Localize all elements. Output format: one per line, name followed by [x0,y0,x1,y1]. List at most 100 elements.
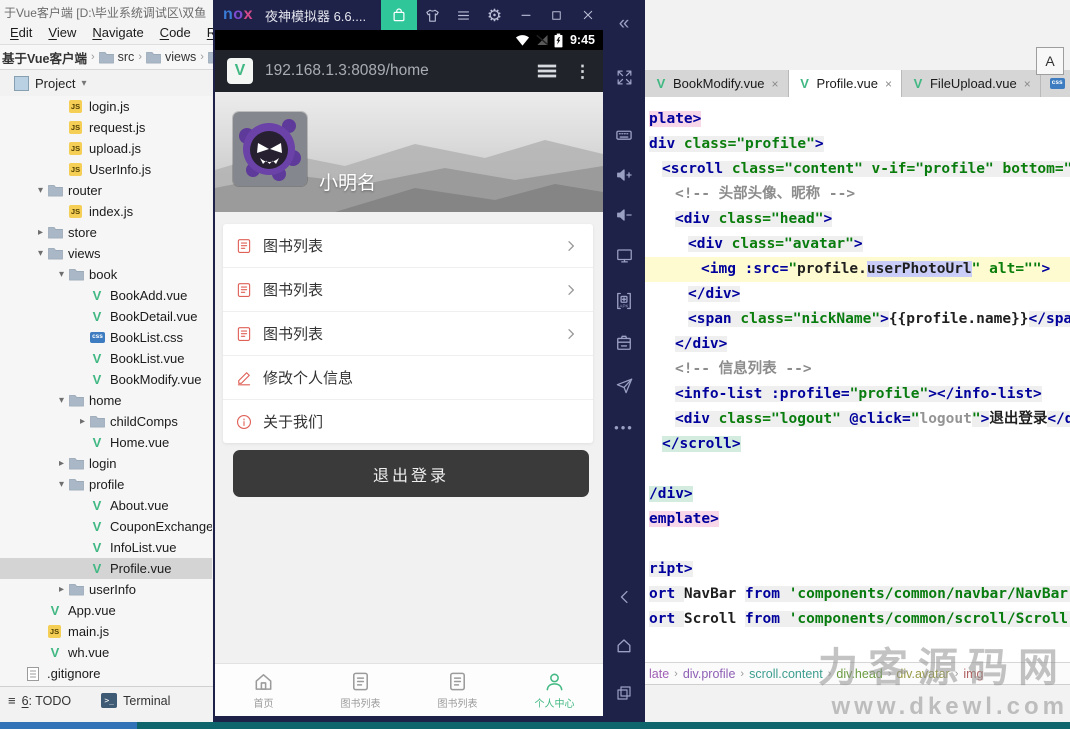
collapse-button[interactable]: « [603,4,645,42]
app-tab-首页[interactable]: 首页 [215,664,312,716]
menu-view[interactable]: View [40,23,84,42]
menu-navigate[interactable]: Navigate [84,23,151,42]
code-line[interactable]: plate> [645,107,1070,132]
code-line[interactable]: ort NavBar from 'components/common/navba… [645,582,1070,607]
tree-item-login-js[interactable]: JSlogin.js [0,96,212,117]
code-line[interactable]: <info-list :profile="profile"></info-lis… [645,382,1070,407]
terminal-toolwindow-button[interactable]: >_ Terminal [101,693,170,708]
close-button[interactable] [572,0,603,30]
profile-menu-item[interactable]: 关于我们 [223,400,593,443]
profile-menu-item[interactable]: 图书列表 [223,268,593,312]
tree-item-main-js[interactable]: JSmain.js [0,621,212,642]
more-button[interactable]: ••• [603,408,645,446]
code-line[interactable]: <span class="nickName">{{profile.name}}<… [645,307,1070,332]
tree-item-app-vue[interactable]: VApp.vue [0,600,212,621]
code-line[interactable]: emplate> [645,507,1070,532]
tree-item-request-js[interactable]: JSrequest.js [0,117,212,138]
code-line[interactable] [645,457,1070,482]
tree-item-profile[interactable]: ▾profile [0,474,212,495]
tree-item-book[interactable]: ▾book [0,264,212,285]
maximize-button[interactable] [541,0,572,30]
code-line[interactable]: <scroll class="content" v-if="profile" b… [645,157,1070,182]
todo-toolwindow-button[interactable]: ≡ 6: TODO [8,694,71,708]
monitor-button[interactable] [603,236,645,274]
code-line[interactable]: <!-- 信息列表 --> [645,357,1070,382]
code-line[interactable]: </div> [645,332,1070,357]
code-line[interactable]: <!-- 头部头像、昵称 --> [645,182,1070,207]
editor-tab-profile-vue[interactable]: VProfile.vue× [789,70,902,97]
code-line[interactable]: </div> [645,282,1070,307]
menu-code[interactable]: Code [152,23,199,42]
nav-back-button[interactable] [603,578,645,616]
url-text[interactable]: 192.168.1.3:8089/home [265,62,524,80]
volume-down-button[interactable] [603,196,645,234]
tree-item-router[interactable]: ▾router [0,180,212,201]
tree-item-bookadd-vue[interactable]: VBookAdd.vue [0,285,212,306]
project-tree[interactable]: JSlogin.jsJSrequest.jsJSupload.jsJSUserI… [0,96,212,686]
chevron-down-icon[interactable]: ▾ [54,269,69,280]
tree-item-couponexchange-[interactable]: VCouponExchange. [0,516,212,537]
code-line[interactable]: <div class="avatar"> [645,232,1070,257]
volume-up-button[interactable] [603,156,645,194]
kebab-icon[interactable]: ⋮ [574,63,591,80]
shirt-button[interactable] [417,0,448,30]
close-tab-icon[interactable]: × [772,77,779,91]
code-line[interactable]: /div> [645,482,1070,507]
rocket-button[interactable] [603,366,645,404]
tree-item-index-js[interactable]: JSindex.js [0,201,212,222]
code-line[interactable]: </scroll> [645,432,1070,457]
tree-item-bookmodify-vue[interactable]: VBookModify.vue [0,369,212,390]
tree-item-home-vue[interactable]: VHome.vue [0,432,212,453]
editor-breadcrumb-scroll-content[interactable]: scroll.content [749,667,823,681]
file-drawer-button[interactable] [603,324,645,362]
tree-item-wh-vue[interactable]: Vwh.vue [0,642,212,663]
tree-item-booklist-css[interactable]: cssBookList.css [0,327,212,348]
project-panel-header[interactable]: Project ▾ [0,70,226,96]
a-button[interactable]: A [1036,47,1064,75]
chevron-right-icon[interactable]: ▸ [54,584,69,595]
tree-item-store[interactable]: ▸store [0,222,212,243]
chevron-right-icon[interactable]: ▸ [33,227,48,238]
browser-address-bar[interactable]: V 192.168.1.3:8089/home ⋮ [215,50,603,92]
editor-tab-fileupload-vue[interactable]: VFileUpload.vue× [902,70,1041,97]
tree-item--gitignore[interactable]: .gitignore [0,663,212,684]
nav-recents-button[interactable] [603,674,645,712]
close-tab-icon[interactable]: × [1024,77,1031,91]
tree-item-views[interactable]: ▾views [0,243,212,264]
chevron-right-icon[interactable]: ▸ [75,416,90,427]
keyboard-button[interactable] [603,116,645,154]
editor-breadcrumb-div-profile[interactable]: div.profile [683,667,736,681]
nav-home-button[interactable] [603,626,645,664]
avatar[interactable] [233,112,307,186]
chevron-down-icon[interactable]: ▾ [54,395,69,406]
code-line[interactable]: <img :src="profile.userPhotoUrl" alt=""> [645,257,1070,282]
profile-menu-item[interactable]: 图书列表 [223,312,593,356]
code-editor[interactable]: plate>div class="profile"><scroll class=… [645,97,1070,672]
chevron-right-icon[interactable]: ▸ [54,458,69,469]
tree-item-profile-vue[interactable]: VProfile.vue [0,558,212,579]
tree-item-home[interactable]: ▾home [0,390,212,411]
store-button[interactable] [381,0,417,30]
apk-install-button[interactable]: APK [603,282,645,320]
profile-menu-item[interactable]: 修改个人信息 [223,356,593,400]
code-line[interactable]: ript> [645,557,1070,582]
close-tab-icon[interactable]: × [885,77,892,91]
chevron-down-icon[interactable]: ▾ [33,248,48,259]
app-tab-个人中心[interactable]: 个人中心 [506,664,603,716]
fullscreen-button[interactable] [603,58,645,96]
code-line[interactable] [645,532,1070,557]
settings-button[interactable]: ⚙ [479,0,510,30]
tree-item-upload-js[interactable]: JSupload.js [0,138,212,159]
breadcrumb-item[interactable]: src [99,50,135,64]
app-tab-图书列表[interactable]: 图书列表 [409,664,506,716]
chevron-down-icon[interactable]: ▾ [54,479,69,490]
editor-tab-bookmodify-vue[interactable]: VBookModify.vue× [645,70,789,97]
code-line[interactable]: <div class="head"> [645,207,1070,232]
tree-item-childcomps[interactable]: ▸childComps [0,411,212,432]
tree-item-booklist-vue[interactable]: VBookList.vue [0,348,212,369]
menu-button[interactable] [448,0,479,30]
editor-breadcrumb-late[interactable]: late [649,667,669,681]
app-tab-图书列表[interactable]: 图书列表 [312,664,409,716]
tabs-stack-icon[interactable] [536,63,558,79]
tree-item-about-vue[interactable]: VAbout.vue [0,495,212,516]
